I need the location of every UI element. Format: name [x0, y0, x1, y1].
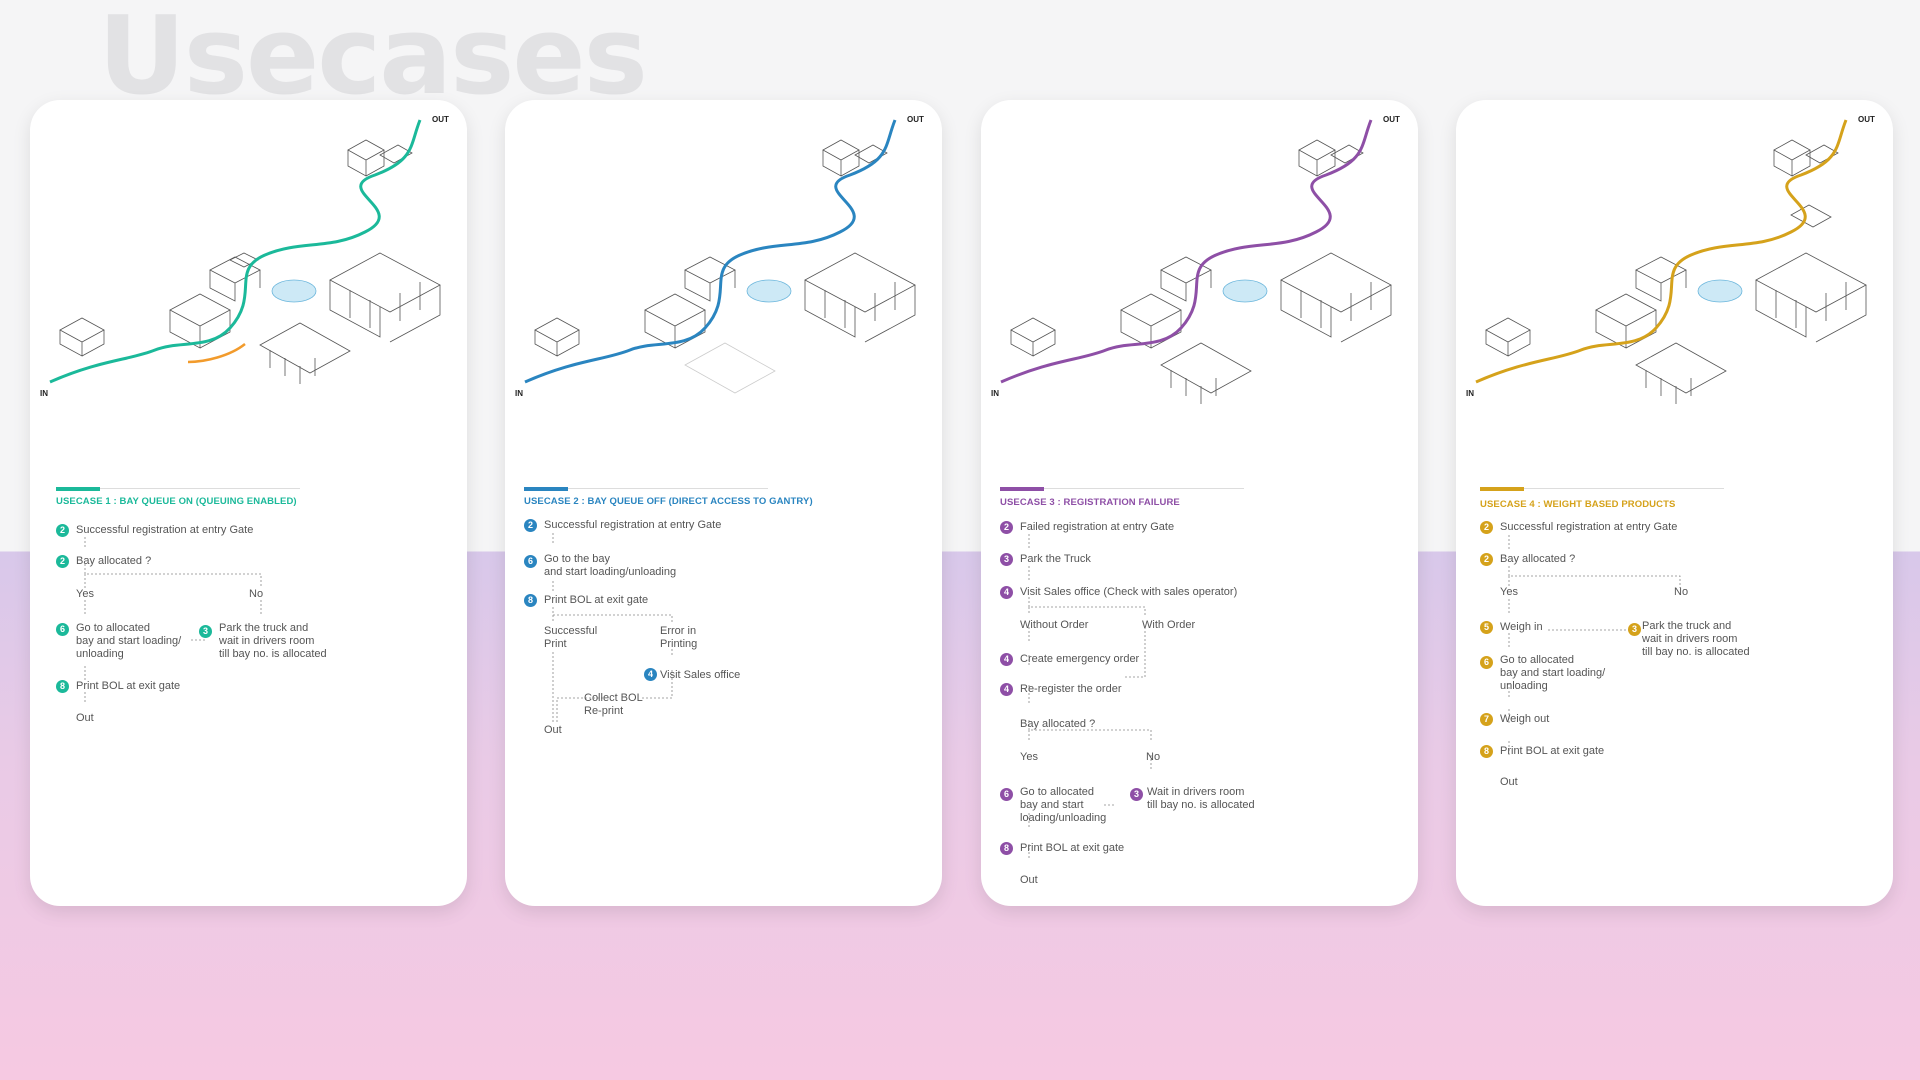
step-number-badge: 6 — [524, 555, 537, 568]
step-text: Go to allocated — [1020, 786, 1094, 798]
decision-text: Bay allocated ? — [76, 555, 152, 567]
step-number-badge: 2 — [1480, 553, 1493, 566]
step-text: Print BOL at exit gate — [76, 680, 181, 692]
decision-text: Bay allocated ? — [1500, 553, 1576, 565]
step-text: Wait in drivers room — [1147, 786, 1245, 798]
branch-success: Print — [544, 638, 567, 650]
step-text: Weigh out — [1500, 713, 1550, 725]
usecase-card-4: IN OUT USECASE 4 : WEIGHT BASED PRODUCTS… — [1456, 100, 1893, 906]
step-text: Visit Sales office — [660, 669, 741, 681]
step-number-badge: 3 — [1628, 623, 1641, 636]
branch-no: No — [249, 588, 264, 600]
step-number-badge: 8 — [1000, 842, 1013, 855]
branch-success: Successful — [544, 625, 598, 637]
step-text: Re-print — [584, 705, 624, 717]
step-text: Park the Truck — [1020, 553, 1091, 565]
step-text: bay and start loading/ — [1500, 667, 1606, 679]
flow-end: Out — [1500, 776, 1518, 788]
flow-end: Out — [544, 724, 562, 736]
step-number-badge: 2 — [524, 519, 537, 532]
step-text: unloading — [1500, 680, 1548, 692]
branch-error: Error in — [660, 625, 697, 637]
flow-end: Out — [76, 712, 94, 724]
step-text: Re-register the order — [1020, 683, 1122, 695]
step-text: loading/unloading — [1020, 812, 1107, 824]
step-number-badge: 5 — [1480, 621, 1493, 634]
step-number-badge: 2 — [1480, 521, 1493, 534]
usecase-card-2: IN OUT USECASE 2 : BAY QUEUE OFF (DIRECT… — [505, 100, 942, 906]
step-number-badge: 3 — [1000, 553, 1013, 566]
branch-yes: Yes — [1020, 751, 1038, 763]
step-text: Successful registration at entry Gate — [76, 524, 254, 536]
step-text: and start loading/unloading — [544, 566, 677, 578]
step-text: Park the truck and — [219, 622, 309, 634]
flow-end: Out — [1020, 874, 1038, 886]
step-number-badge: 2 — [56, 555, 69, 568]
flow-connectors — [1508, 535, 1681, 757]
step-text: Print BOL at exit gate — [1020, 842, 1125, 854]
branch-yes: Yes — [76, 588, 94, 600]
step-text: Print BOL at exit gate — [544, 594, 649, 606]
step-number-badge: 6 — [56, 623, 69, 636]
step-text: till bay no. is allocated — [219, 648, 327, 660]
step-number-badge: 4 — [1000, 683, 1013, 696]
step-number-badge: 6 — [1000, 788, 1013, 801]
usecase-card-3: IN OUT USECASE 3 : REGISTRATION FAILURE … — [981, 100, 1418, 906]
step-text: Weigh in — [1500, 621, 1543, 633]
step-number-badge: 3 — [1130, 788, 1143, 801]
step-number-badge: 4 — [1000, 653, 1013, 666]
step-number-badge: 3 — [199, 625, 212, 638]
step-text: Go to allocated — [1500, 654, 1574, 666]
step-text: Visit Sales office (Check with sales ope… — [1020, 586, 1238, 598]
step-text: Failed registration at entry Gate — [1020, 521, 1175, 533]
step-text: Successful registration at entry Gate — [1500, 521, 1678, 533]
step-text: bay and start — [1020, 799, 1084, 811]
step-number-badge: 2 — [56, 524, 69, 537]
step-number-badge: 2 — [1000, 521, 1013, 534]
step-number-badge: 4 — [1000, 586, 1013, 599]
step-text: bay and start loading/ — [76, 635, 182, 647]
step-number-badge: 4 — [644, 668, 657, 681]
branch-error: Printing — [660, 638, 698, 650]
step-number-badge: 8 — [524, 594, 537, 607]
step-text: wait in drivers room — [1642, 633, 1738, 645]
decision-text: Bay allocated ? — [1020, 718, 1096, 730]
branch-no: No — [1674, 586, 1689, 598]
branch-no: No — [1146, 751, 1161, 763]
step-text: unloading — [76, 648, 124, 660]
branch-without-order: Without Order — [1020, 619, 1089, 631]
step-number-badge: 8 — [56, 680, 69, 693]
usecase-card-1: IN OUT USECASE 1 : BAY QUEUE ON (QUEUING… — [30, 100, 467, 906]
flow-connectors — [552, 533, 673, 722]
flow-connectors — [84, 537, 262, 704]
step-text: Go to allocated — [76, 622, 150, 634]
step-text: till bay no. is allocated — [1147, 799, 1255, 811]
step-number-badge: 7 — [1480, 713, 1493, 726]
step-text: Collect BOL — [584, 692, 643, 704]
step-text: Park the truck and — [1642, 620, 1732, 632]
step-text: Print BOL at exit gate — [1500, 745, 1605, 757]
step-text: Create emergency order — [1020, 653, 1140, 665]
branch-with-order: With Order — [1142, 619, 1196, 631]
step-text: Go to the bay — [544, 553, 611, 565]
step-number-badge: 6 — [1480, 656, 1493, 669]
step-text: Successful registration at entry Gate — [544, 519, 722, 531]
branch-yes: Yes — [1500, 586, 1518, 598]
step-number-badge: 8 — [1480, 745, 1493, 758]
step-text: till bay no. is allocated — [1642, 646, 1750, 658]
step-text: wait in drivers room — [219, 635, 315, 647]
